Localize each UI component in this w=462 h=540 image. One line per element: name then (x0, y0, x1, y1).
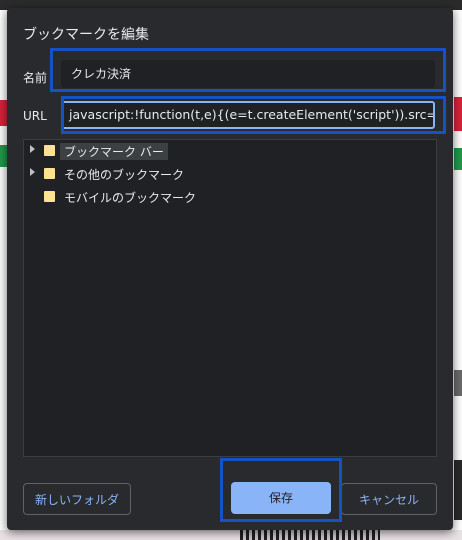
folder-label: ブックマーク バー (60, 143, 168, 160)
background-page-green-banner-right (454, 148, 462, 170)
background-page-red-banner-right (454, 97, 462, 131)
background-page-grey-block (454, 370, 462, 396)
url-input[interactable]: javascript:!function(t,e){(e=t.createEle… (61, 101, 435, 129)
name-label: 名前 (23, 71, 48, 85)
cancel-button[interactable]: キャンセル (341, 483, 437, 515)
edit-bookmark-dialog: ブックマークを編集 名前 クレカ決済 URL javascript:!funct… (7, 8, 453, 530)
background-page-green-banner (0, 145, 7, 167)
folder-icon (44, 191, 55, 202)
folder-icon (44, 168, 55, 179)
folder-label: モバイルのブックマーク (64, 191, 197, 205)
expand-arrow-icon[interactable] (30, 145, 35, 153)
url-label: URL (23, 109, 47, 123)
save-button[interactable]: 保存 (231, 482, 331, 514)
background-page-image (240, 530, 380, 540)
folder-icon (44, 145, 55, 156)
new-folder-button[interactable]: 新しいフォルダ (23, 483, 131, 515)
name-input[interactable]: クレカ決済 (61, 60, 435, 88)
background-page-red-banner (0, 100, 7, 126)
background-page-dark-block (454, 460, 462, 520)
expand-arrow-icon[interactable] (30, 168, 35, 176)
folder-label: その他のブックマーク (64, 168, 185, 182)
dialog-title: ブックマークを編集 (23, 27, 149, 43)
folder-tree[interactable]: ブックマーク バー その他のブックマーク モバイルのブックマーク (23, 139, 437, 457)
background-page-bottom (0, 530, 462, 540)
